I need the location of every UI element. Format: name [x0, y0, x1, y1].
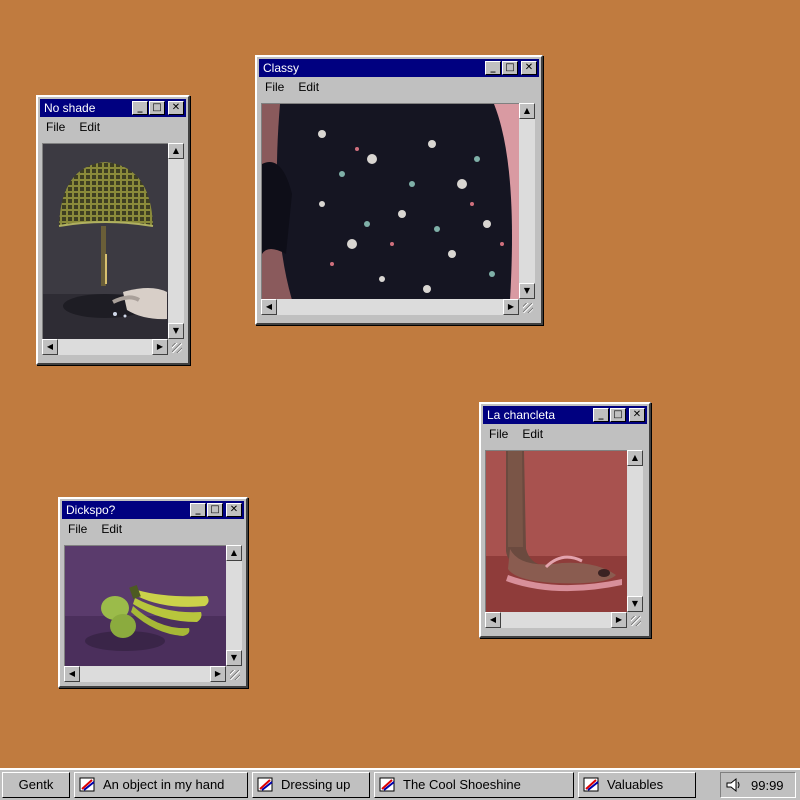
window-la-chancleta[interactable]: La chancleta _ □ ✕ File Edit ▲ ▼ ◀ ▶	[479, 402, 651, 638]
speaker-icon[interactable]	[725, 777, 743, 793]
lamp-photo	[43, 144, 168, 339]
system-tray: 99:99	[720, 772, 796, 798]
close-button[interactable]: ✕	[629, 408, 645, 422]
vertical-scrollbar[interactable]: ▲ ▼	[168, 143, 184, 339]
resize-grip[interactable]	[519, 299, 535, 315]
flip-flop-photo	[486, 451, 627, 612]
window-title: La chancleta	[487, 408, 556, 422]
paint-app-icon	[257, 777, 275, 793]
scroll-down-button[interactable]: ▼	[519, 283, 535, 299]
taskbar-item-the-cool-shoeshine[interactable]: The Cool Shoeshine	[374, 772, 574, 798]
menu-file[interactable]: File	[489, 424, 508, 444]
menu-edit[interactable]: Edit	[101, 519, 122, 539]
scroll-left-button[interactable]: ◀	[42, 339, 58, 355]
scroll-down-button[interactable]: ▼	[627, 596, 643, 612]
paint-app-icon	[79, 777, 97, 793]
scroll-right-button[interactable]: ▶	[503, 299, 519, 315]
menu-edit[interactable]: Edit	[79, 117, 100, 137]
window-classy[interactable]: Classy _ □ ✕ File Edit ▲ ▼ ◀ ▶	[255, 55, 543, 325]
maximize-button[interactable]: □	[502, 61, 518, 75]
menu-file[interactable]: File	[46, 117, 65, 137]
horizontal-scrollbar[interactable]: ◀ ▶	[42, 339, 168, 355]
paint-app-icon	[583, 777, 601, 793]
taskbar-item-dressing-up[interactable]: Dressing up	[252, 772, 370, 798]
maximize-button[interactable]: □	[207, 503, 223, 517]
task-label: Dressing up	[281, 777, 351, 792]
maximize-button[interactable]: □	[149, 101, 165, 115]
minimize-button[interactable]: _	[593, 408, 609, 422]
paint-app-icon	[379, 777, 397, 793]
taskbar: Gentk An object in my hand Dressing up T…	[0, 768, 800, 800]
image-viewport	[64, 545, 226, 666]
window-dickspo[interactable]: Dickspo? _ □ ✕ File Edit ▲ ▼ ◀ ▶	[58, 497, 248, 688]
window-title: Classy	[263, 61, 300, 75]
scroll-right-button[interactable]: ▶	[210, 666, 226, 682]
resize-grip[interactable]	[627, 612, 643, 628]
scroll-up-button[interactable]: ▲	[168, 143, 184, 159]
task-label: An object in my hand	[103, 777, 225, 792]
start-label: Gentk	[18, 777, 54, 792]
task-label: Valuables	[607, 777, 664, 792]
scroll-up-button[interactable]: ▲	[627, 450, 643, 466]
horizontal-scrollbar[interactable]: ◀ ▶	[64, 666, 226, 682]
window-title: Dickspo?	[66, 503, 116, 517]
minimize-button[interactable]: _	[132, 101, 148, 115]
menu-bar: File Edit	[62, 519, 244, 539]
menu-edit[interactable]: Edit	[298, 77, 319, 97]
title-bar[interactable]: Classy _ □ ✕	[259, 59, 539, 77]
resize-grip[interactable]	[168, 339, 184, 355]
vertical-scrollbar[interactable]: ▲ ▼	[627, 450, 643, 612]
task-label: The Cool Shoeshine	[403, 777, 521, 792]
menu-bar: File Edit	[40, 117, 186, 137]
scroll-left-button[interactable]: ◀	[64, 666, 80, 682]
scroll-left-button[interactable]: ◀	[485, 612, 501, 628]
title-bar[interactable]: Dickspo? _ □ ✕	[62, 501, 244, 519]
menu-edit[interactable]: Edit	[522, 424, 543, 444]
menu-file[interactable]: File	[265, 77, 284, 97]
floral-jacket-photo	[262, 104, 519, 299]
bananas-pears-photo	[65, 546, 226, 666]
image-viewport	[261, 103, 519, 299]
scroll-right-button[interactable]: ▶	[152, 339, 168, 355]
vertical-scrollbar[interactable]: ▲ ▼	[519, 103, 535, 299]
image-viewport	[42, 143, 168, 339]
scroll-up-button[interactable]: ▲	[519, 103, 535, 119]
taskbar-item-valuables[interactable]: Valuables	[578, 772, 696, 798]
scroll-down-button[interactable]: ▼	[168, 323, 184, 339]
vertical-scrollbar[interactable]: ▲ ▼	[226, 545, 242, 666]
image-viewport	[485, 450, 627, 612]
minimize-button[interactable]: _	[190, 503, 206, 517]
close-button[interactable]: ✕	[226, 503, 242, 517]
resize-grip[interactable]	[226, 666, 242, 682]
menu-bar: File Edit	[259, 77, 539, 97]
maximize-button[interactable]: □	[610, 408, 626, 422]
window-title: No shade	[44, 101, 96, 115]
scroll-right-button[interactable]: ▶	[611, 612, 627, 628]
clock: 99:99	[751, 777, 784, 793]
horizontal-scrollbar[interactable]: ◀ ▶	[485, 612, 627, 628]
scroll-left-button[interactable]: ◀	[261, 299, 277, 315]
title-bar[interactable]: La chancleta _ □ ✕	[483, 406, 647, 424]
start-button[interactable]: Gentk	[2, 772, 70, 798]
close-button[interactable]: ✕	[521, 61, 537, 75]
window-no-shade[interactable]: No shade _ □ ✕ File Edit ▲ ▼ ◀ ▶	[36, 95, 190, 365]
close-button[interactable]: ✕	[168, 101, 184, 115]
title-bar[interactable]: No shade _ □ ✕	[40, 99, 186, 117]
minimize-button[interactable]: _	[485, 61, 501, 75]
horizontal-scrollbar[interactable]: ◀ ▶	[261, 299, 519, 315]
scroll-up-button[interactable]: ▲	[226, 545, 242, 561]
scroll-down-button[interactable]: ▼	[226, 650, 242, 666]
taskbar-item-an-object-in-my-hand[interactable]: An object in my hand	[74, 772, 248, 798]
menu-bar: File Edit	[483, 424, 647, 444]
menu-file[interactable]: File	[68, 519, 87, 539]
